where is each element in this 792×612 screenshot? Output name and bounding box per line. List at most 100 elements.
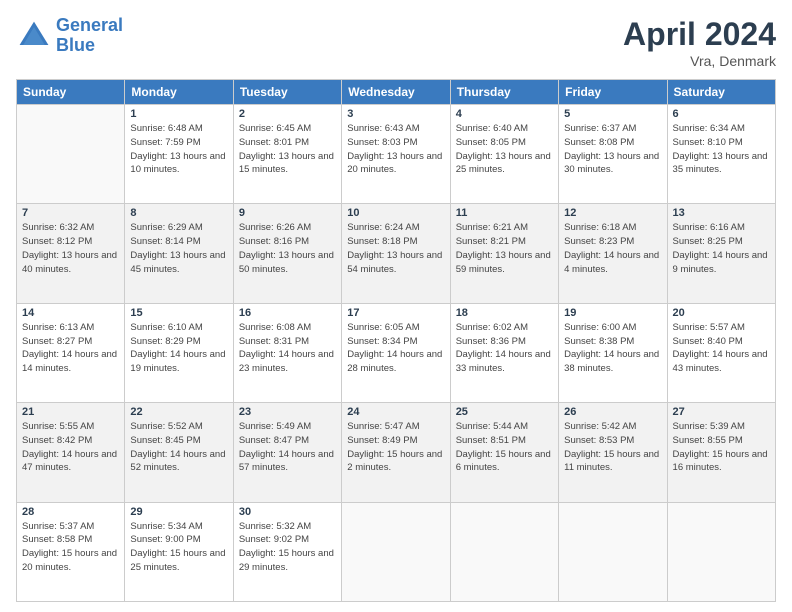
table-row: 29 Sunrise: 5:34 AMSunset: 9:00 PMDayligh… <box>125 502 233 601</box>
day-number: 14 <box>22 307 119 319</box>
day-info: Sunrise: 6:18 AMSunset: 8:23 PMDaylight:… <box>564 221 661 276</box>
table-row: 16 Sunrise: 6:08 AMSunset: 8:31 PMDayligh… <box>233 303 341 402</box>
day-info: Sunrise: 5:39 AMSunset: 8:55 PMDaylight:… <box>673 420 770 475</box>
table-row: 24 Sunrise: 5:47 AMSunset: 8:49 PMDayligh… <box>342 403 450 502</box>
day-info: Sunrise: 6:40 AMSunset: 8:05 PMDaylight:… <box>456 122 553 177</box>
day-info: Sunrise: 5:55 AMSunset: 8:42 PMDaylight:… <box>22 420 119 475</box>
table-row: 8 Sunrise: 6:29 AMSunset: 8:14 PMDaylight… <box>125 204 233 303</box>
table-row: 13 Sunrise: 6:16 AMSunset: 8:25 PMDayligh… <box>667 204 775 303</box>
col-thursday: Thursday <box>450 80 558 105</box>
table-row: 12 Sunrise: 6:18 AMSunset: 8:23 PMDayligh… <box>559 204 667 303</box>
day-number: 27 <box>673 406 770 418</box>
day-info: Sunrise: 6:10 AMSunset: 8:29 PMDaylight:… <box>130 321 227 376</box>
day-number: 29 <box>130 506 227 518</box>
table-row: 20Sunrise: 5:57 AMSunset: 8:40 PMDayligh… <box>667 303 775 402</box>
table-row <box>17 105 125 204</box>
day-number: 17 <box>347 307 444 319</box>
table-row: 2 Sunrise: 6:45 AMSunset: 8:01 PMDaylight… <box>233 105 341 204</box>
table-row: 23 Sunrise: 5:49 AMSunset: 8:47 PMDayligh… <box>233 403 341 502</box>
day-number: 22 <box>130 406 227 418</box>
day-number: 8 <box>130 207 227 219</box>
col-monday: Monday <box>125 80 233 105</box>
table-row: 26Sunrise: 5:42 AMSunset: 8:53 PMDayligh… <box>559 403 667 502</box>
table-row <box>342 502 450 601</box>
table-row: 18 Sunrise: 6:02 AMSunset: 8:36 PMDayligh… <box>450 303 558 402</box>
calendar-week-row: 28Sunrise: 5:37 AMSunset: 8:58 PMDayligh… <box>17 502 776 601</box>
table-row: 7 Sunrise: 6:32 AMSunset: 8:12 PMDaylight… <box>17 204 125 303</box>
table-row <box>667 502 775 601</box>
calendar-header-row: Sunday Monday Tuesday Wednesday Thursday… <box>17 80 776 105</box>
day-info: Sunrise: 5:32 AMSunset: 9:02 PMDaylight:… <box>239 520 336 575</box>
table-row <box>450 502 558 601</box>
day-number: 18 <box>456 307 553 319</box>
day-info: Sunrise: 6:05 AMSunset: 8:34 PMDaylight:… <box>347 321 444 376</box>
day-info: Sunrise: 6:13 AMSunset: 8:27 PMDaylight:… <box>22 321 119 376</box>
calendar-week-row: 21 Sunrise: 5:55 AMSunset: 8:42 PMDayligh… <box>17 403 776 502</box>
day-info: Sunrise: 6:21 AMSunset: 8:21 PMDaylight:… <box>456 221 553 276</box>
table-row <box>559 502 667 601</box>
col-friday: Friday <box>559 80 667 105</box>
calendar-week-row: 14 Sunrise: 6:13 AMSunset: 8:27 PMDayligh… <box>17 303 776 402</box>
day-number: 6 <box>673 108 770 120</box>
day-info: Sunrise: 5:52 AMSunset: 8:45 PMDaylight:… <box>130 420 227 475</box>
day-number: 15 <box>130 307 227 319</box>
day-info: Sunrise: 5:34 AMSunset: 9:00 PMDaylight:… <box>130 520 227 575</box>
header: General Blue April 2024 Vra, Denmark <box>16 16 776 69</box>
table-row: 1 Sunrise: 6:48 AMSunset: 7:59 PMDaylight… <box>125 105 233 204</box>
table-row: 19 Sunrise: 6:00 AMSunset: 8:38 PMDayligh… <box>559 303 667 402</box>
calendar: Sunday Monday Tuesday Wednesday Thursday… <box>16 79 776 602</box>
table-row: 5Sunrise: 6:37 AMSunset: 8:08 PMDaylight… <box>559 105 667 204</box>
day-info: Sunrise: 6:43 AMSunset: 8:03 PMDaylight:… <box>347 122 444 177</box>
table-row: 22 Sunrise: 5:52 AMSunset: 8:45 PMDayligh… <box>125 403 233 502</box>
day-number: 13 <box>673 207 770 219</box>
day-info: Sunrise: 5:47 AMSunset: 8:49 PMDaylight:… <box>347 420 444 475</box>
day-info: Sunrise: 5:49 AMSunset: 8:47 PMDaylight:… <box>239 420 336 475</box>
col-wednesday: Wednesday <box>342 80 450 105</box>
day-number: 11 <box>456 207 553 219</box>
day-number: 25 <box>456 406 553 418</box>
table-row: 9Sunrise: 6:26 AMSunset: 8:16 PMDaylight… <box>233 204 341 303</box>
day-number: 1 <box>130 108 227 120</box>
day-number: 19 <box>564 307 661 319</box>
day-info: Sunrise: 6:45 AMSunset: 8:01 PMDaylight:… <box>239 122 336 177</box>
table-row: 6 Sunrise: 6:34 AMSunset: 8:10 PMDaylight… <box>667 105 775 204</box>
day-info: Sunrise: 5:37 AMSunset: 8:58 PMDaylight:… <box>22 520 119 575</box>
day-number: 16 <box>239 307 336 319</box>
day-info: Sunrise: 6:00 AMSunset: 8:38 PMDaylight:… <box>564 321 661 376</box>
day-number: 24 <box>347 406 444 418</box>
logo-text: General Blue <box>56 16 123 56</box>
table-row: 21 Sunrise: 5:55 AMSunset: 8:42 PMDayligh… <box>17 403 125 502</box>
day-info: Sunrise: 6:32 AMSunset: 8:12 PMDaylight:… <box>22 221 119 276</box>
day-number: 7 <box>22 207 119 219</box>
table-row: 27 Sunrise: 5:39 AMSunset: 8:55 PMDayligh… <box>667 403 775 502</box>
title-block: April 2024 Vra, Denmark <box>623 16 776 69</box>
day-number: 4 <box>456 108 553 120</box>
day-number: 21 <box>22 406 119 418</box>
day-info: Sunrise: 6:08 AMSunset: 8:31 PMDaylight:… <box>239 321 336 376</box>
main-title: April 2024 <box>623 16 776 53</box>
day-number: 5 <box>564 108 661 120</box>
day-number: 9 <box>239 207 336 219</box>
day-info: Sunrise: 6:48 AMSunset: 7:59 PMDaylight:… <box>130 122 227 177</box>
logo-line2: Blue <box>56 35 95 55</box>
logo-line1: General <box>56 15 123 35</box>
day-info: Sunrise: 6:34 AMSunset: 8:10 PMDaylight:… <box>673 122 770 177</box>
day-info: Sunrise: 6:29 AMSunset: 8:14 PMDaylight:… <box>130 221 227 276</box>
day-number: 23 <box>239 406 336 418</box>
table-row: 4 Sunrise: 6:40 AMSunset: 8:05 PMDaylight… <box>450 105 558 204</box>
day-info: Sunrise: 6:02 AMSunset: 8:36 PMDaylight:… <box>456 321 553 376</box>
col-tuesday: Tuesday <box>233 80 341 105</box>
day-number: 2 <box>239 108 336 120</box>
table-row: 30Sunrise: 5:32 AMSunset: 9:02 PMDayligh… <box>233 502 341 601</box>
logo-icon <box>16 18 52 54</box>
table-row: 25 Sunrise: 5:44 AMSunset: 8:51 PMDayligh… <box>450 403 558 502</box>
day-number: 12 <box>564 207 661 219</box>
day-info: Sunrise: 5:44 AMSunset: 8:51 PMDaylight:… <box>456 420 553 475</box>
table-row: 10Sunrise: 6:24 AMSunset: 8:18 PMDayligh… <box>342 204 450 303</box>
day-info: Sunrise: 6:16 AMSunset: 8:25 PMDaylight:… <box>673 221 770 276</box>
page: General Blue April 2024 Vra, Denmark Sun… <box>0 0 792 612</box>
table-row: 3Sunrise: 6:43 AMSunset: 8:03 PMDaylight… <box>342 105 450 204</box>
calendar-week-row: 7 Sunrise: 6:32 AMSunset: 8:12 PMDaylight… <box>17 204 776 303</box>
calendar-week-row: 1 Sunrise: 6:48 AMSunset: 7:59 PMDaylight… <box>17 105 776 204</box>
table-row: 15 Sunrise: 6:10 AMSunset: 8:29 PMDayligh… <box>125 303 233 402</box>
